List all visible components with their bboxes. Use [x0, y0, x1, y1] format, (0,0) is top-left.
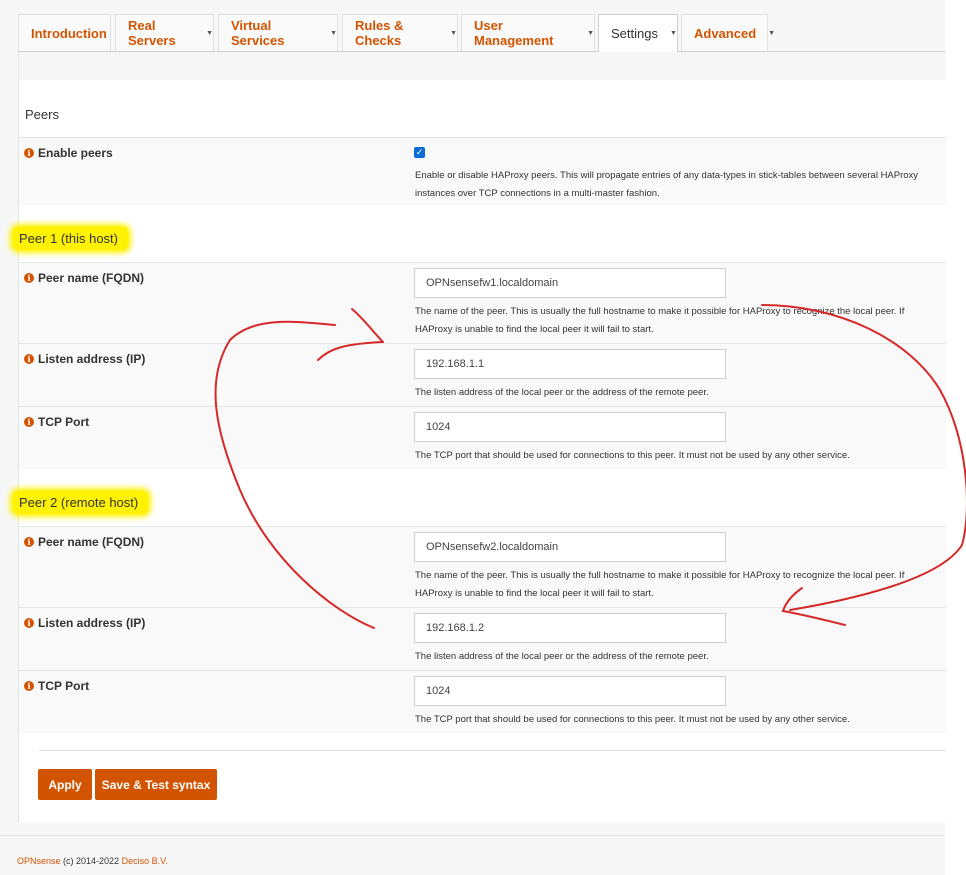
caret-down-icon: ▼: [450, 29, 457, 37]
peer1-port-row: i TCP Port The TCP port that should be u…: [19, 406, 946, 469]
peer2-address-input[interactable]: [414, 613, 726, 643]
info-icon[interactable]: i: [24, 417, 34, 427]
peer1-name-row: i Peer name (FQDN) The name of the peer.…: [19, 262, 946, 343]
tab-label: Rules & Checks: [355, 18, 404, 48]
peer2-port-input[interactable]: [414, 676, 726, 706]
footer-copyright: (c) 2014-2022: [60, 856, 122, 866]
section-title-peer1: Peer 1 (this host): [13, 227, 128, 250]
info-icon[interactable]: i: [24, 148, 34, 158]
peer2-name-row: i Peer name (FQDN) The name of the peer.…: [19, 526, 946, 607]
peer1-port-label: i TCP Port: [24, 415, 89, 429]
info-icon[interactable]: i: [24, 354, 34, 364]
peer1-port-input[interactable]: [414, 412, 726, 442]
tab-label: Virtual Services: [231, 18, 285, 48]
caret-down-icon: ▼: [206, 29, 213, 37]
enable-peers-label: i Enable peers: [24, 146, 113, 160]
tab-label: Settings: [611, 26, 658, 41]
peer1-name-help: The name of the peer. This is usually th…: [415, 306, 905, 335]
peer2-name-help: The name of the peer. This is usually th…: [415, 570, 905, 599]
settings-panel: Peers i Enable peers ✓ Enable or disable…: [13, 52, 946, 822]
peer1-address-row: i Listen address (IP) The listen address…: [19, 343, 946, 406]
tab-rules-checks[interactable]: Rules & Checks ▼: [342, 14, 458, 51]
tab-introduction[interactable]: Introduction: [18, 14, 111, 51]
tab-label: Introduction: [31, 25, 107, 41]
peer1-port-help: The TCP port that should be used for con…: [415, 450, 850, 461]
peer2-address-help: The listen address of the local peer or …: [415, 651, 709, 662]
save-test-syntax-button[interactable]: Save & Test syntax: [95, 769, 217, 800]
tab-virtual-services[interactable]: Virtual Services ▼: [218, 14, 338, 51]
info-icon[interactable]: i: [24, 681, 34, 691]
peer2-port-label: i TCP Port: [24, 679, 89, 693]
info-icon[interactable]: i: [24, 273, 34, 283]
peer1-address-input[interactable]: [414, 349, 726, 379]
tab-advanced[interactable]: Advanced ▼: [681, 14, 775, 51]
tab-label: Advanced: [694, 25, 757, 41]
section-title-peer2: Peer 2 (remote host): [13, 491, 149, 514]
peer2-address-row: i Listen address (IP) The listen address…: [19, 607, 946, 670]
tab-settings[interactable]: Settings ▼: [598, 14, 678, 52]
caret-down-icon: ▼: [669, 30, 677, 37]
tab-bar: Introduction Real Servers ▼ Virtual Serv…: [18, 14, 945, 52]
peer2-name-input[interactable]: [414, 532, 726, 562]
peer1-name-label: i Peer name (FQDN): [24, 271, 144, 285]
tab-user-management[interactable]: User Management ▼: [461, 14, 595, 51]
apply-button[interactable]: Apply: [38, 769, 92, 800]
footer-brand-link[interactable]: OPNsense: [17, 856, 61, 866]
info-icon[interactable]: i: [24, 537, 34, 547]
peer2-port-row: i TCP Port The TCP port that should be u…: [19, 670, 946, 733]
form-divider: [39, 750, 946, 751]
caret-down-icon: ▼: [587, 29, 594, 37]
tab-real-servers[interactable]: Real Servers ▼: [115, 14, 214, 51]
enable-peers-help: Enable or disable HAProxy peers. This wi…: [415, 170, 919, 199]
peer2-name-label: i Peer name (FQDN): [24, 535, 144, 549]
footer-company-link[interactable]: Deciso B.V.: [122, 856, 168, 866]
footer-divider: [0, 835, 945, 836]
peer2-address-label: i Listen address (IP): [24, 616, 145, 630]
peer1-address-label: i Listen address (IP): [24, 352, 145, 366]
enable-peers-checkbox[interactable]: ✓: [414, 147, 425, 158]
tab-label: User Management: [474, 18, 554, 48]
caret-down-icon: ▼: [768, 29, 776, 37]
caret-down-icon: ▼: [330, 29, 337, 37]
peer2-port-help: The TCP port that should be used for con…: [415, 714, 850, 725]
footer: OPNsense (c) 2014-2022 Deciso B.V.: [17, 856, 168, 866]
peer1-address-help: The listen address of the local peer or …: [415, 387, 709, 398]
peer1-name-input[interactable]: [414, 268, 726, 298]
enable-peers-row: i Enable peers ✓ Enable or disable HAPro…: [19, 137, 946, 205]
info-icon[interactable]: i: [24, 618, 34, 628]
panel-top-strip: [19, 52, 946, 80]
section-title-peers: Peers: [25, 107, 59, 122]
tab-label: Real Servers: [128, 18, 176, 48]
